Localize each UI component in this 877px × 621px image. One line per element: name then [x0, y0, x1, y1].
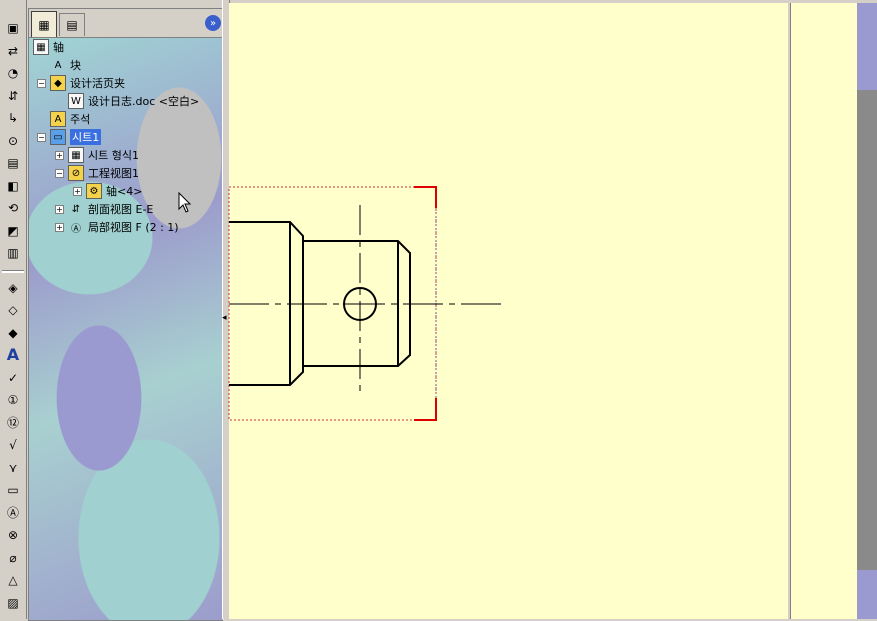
crop-corner-top [414, 186, 437, 208]
crop-corner-bottom [414, 398, 437, 421]
drawing-canvas: ◂ [222, 186, 505, 421]
splitter-grip-icon: ◂ [222, 313, 227, 323]
mouse-cursor-icon [178, 192, 192, 213]
